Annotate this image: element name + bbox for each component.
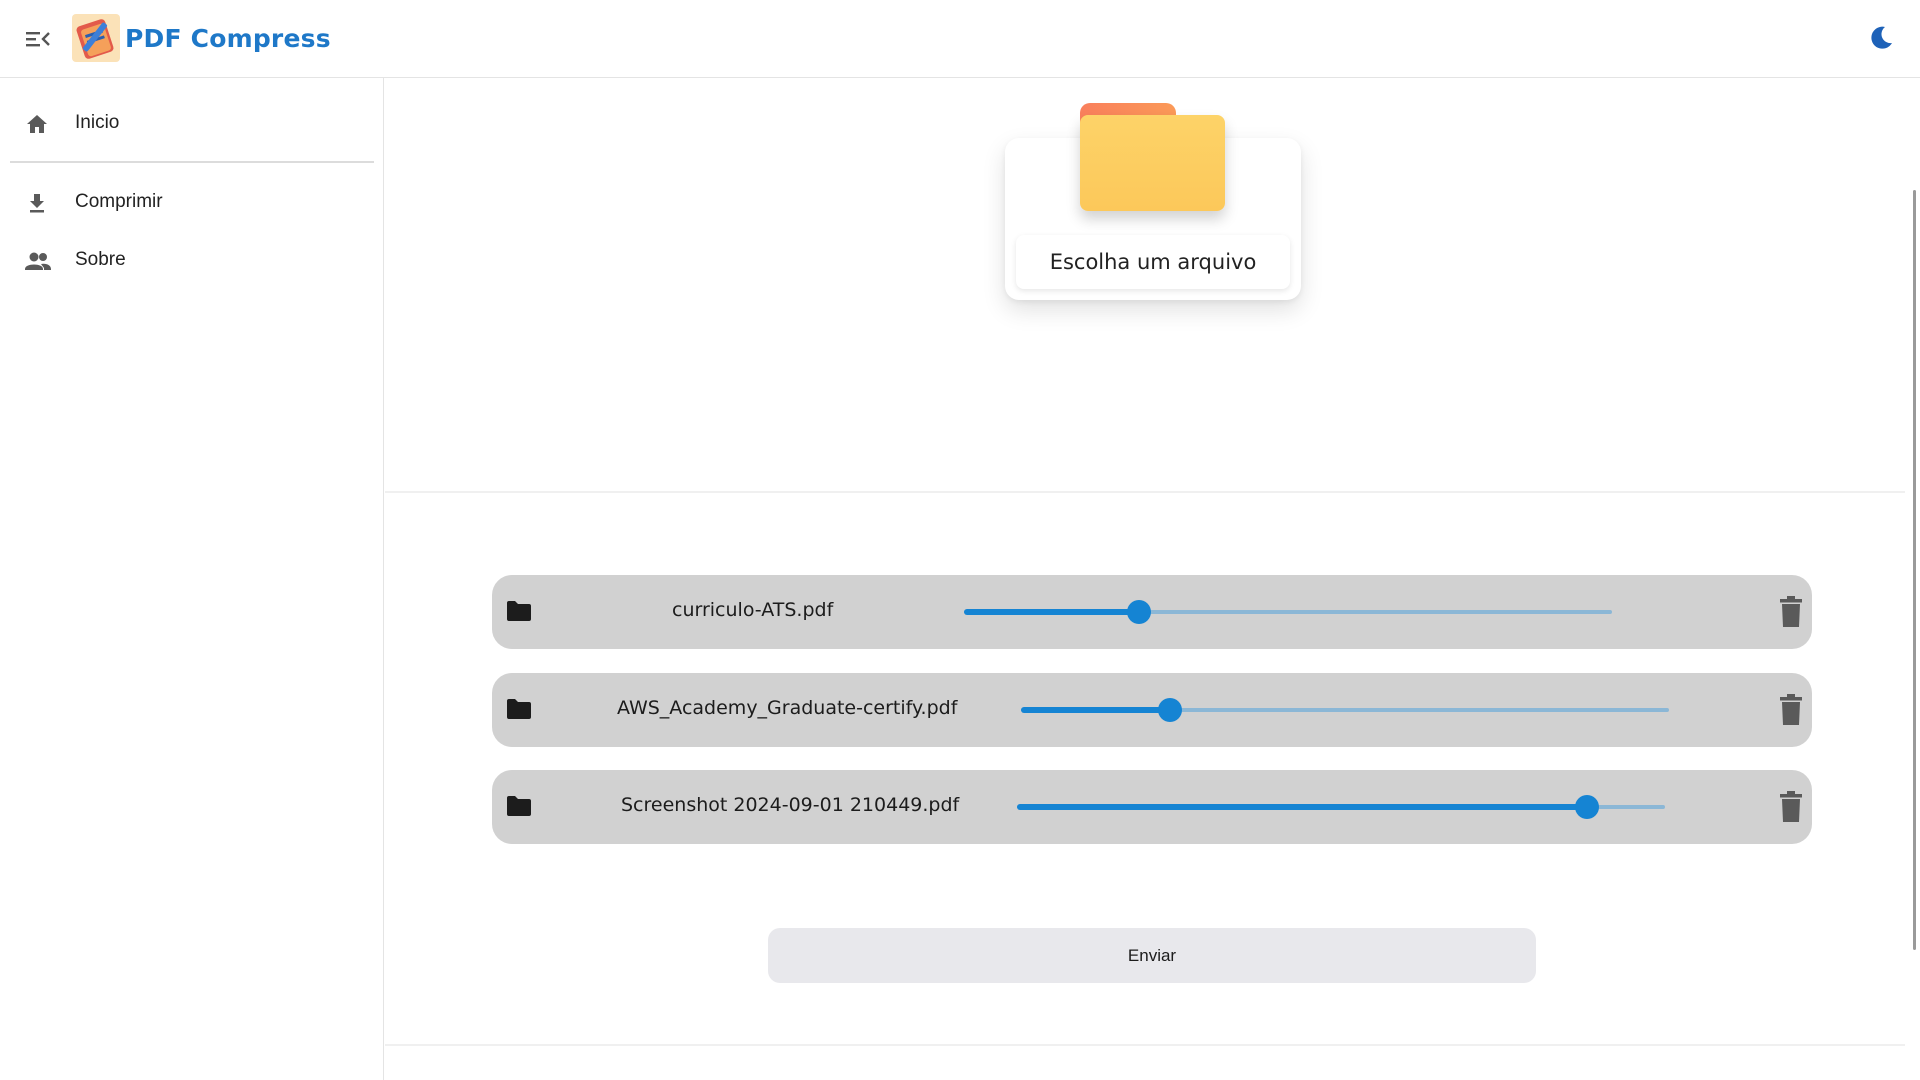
app-header: PDF Compress (0, 0, 1920, 78)
slider-thumb[interactable] (1575, 795, 1600, 819)
sidebar-item-inicio[interactable]: Inicio (0, 98, 384, 150)
main-content: Escolha um arquivo curriculo-ATS.pdf AWS… (385, 78, 1920, 1080)
sidebar-item-comprimir[interactable]: Comprimir (0, 177, 384, 229)
file-row: Screenshot 2024-09-01 210449.pdf (492, 770, 1812, 844)
sidebar-item-label: Inicio (75, 112, 120, 133)
sidebar-divider (10, 161, 374, 163)
file-row: curriculo-ATS.pdf (492, 575, 1812, 649)
moon-icon[interactable] (1866, 23, 1896, 53)
file-row: AWS_Academy_Graduate-certify.pdf (492, 673, 1812, 747)
folder-icon[interactable] (506, 600, 532, 622)
folder-icon[interactable] (506, 698, 532, 720)
file-name: AWS_Academy_Graduate-certify.pdf (617, 697, 958, 719)
section-divider (385, 1044, 1905, 1046)
compression-slider[interactable] (964, 600, 1612, 624)
sidebar: Inicio Comprimir Sobre (0, 78, 384, 1080)
folder-icon[interactable] (506, 795, 532, 817)
trash-icon[interactable] (1778, 693, 1804, 727)
app-logo (72, 14, 120, 62)
section-divider (385, 491, 1905, 493)
slider-thumb[interactable] (1158, 698, 1183, 722)
download-icon (24, 190, 50, 216)
compression-slider[interactable] (1021, 698, 1669, 722)
people-icon (24, 248, 51, 274)
sidebar-item-label: Comprimir (75, 191, 163, 212)
file-name: curriculo-ATS.pdf (672, 599, 834, 621)
menu-collapse-icon[interactable] (22, 24, 54, 54)
choose-file-button[interactable]: Escolha um arquivo (1016, 235, 1290, 289)
trash-icon[interactable] (1778, 790, 1804, 824)
folder-icon[interactable] (1080, 103, 1225, 211)
home-icon (24, 111, 50, 137)
sidebar-item-sobre[interactable]: Sobre (0, 235, 384, 287)
compression-slider[interactable] (1017, 795, 1665, 819)
trash-icon[interactable] (1778, 595, 1804, 629)
app-title: PDF Compress (125, 24, 331, 53)
send-button[interactable]: Enviar (768, 928, 1536, 983)
scrollbar[interactable] (1913, 190, 1916, 950)
slider-thumb[interactable] (1126, 600, 1151, 624)
sidebar-item-label: Sobre (75, 249, 126, 270)
file-name: Screenshot 2024-09-01 210449.pdf (621, 794, 960, 816)
